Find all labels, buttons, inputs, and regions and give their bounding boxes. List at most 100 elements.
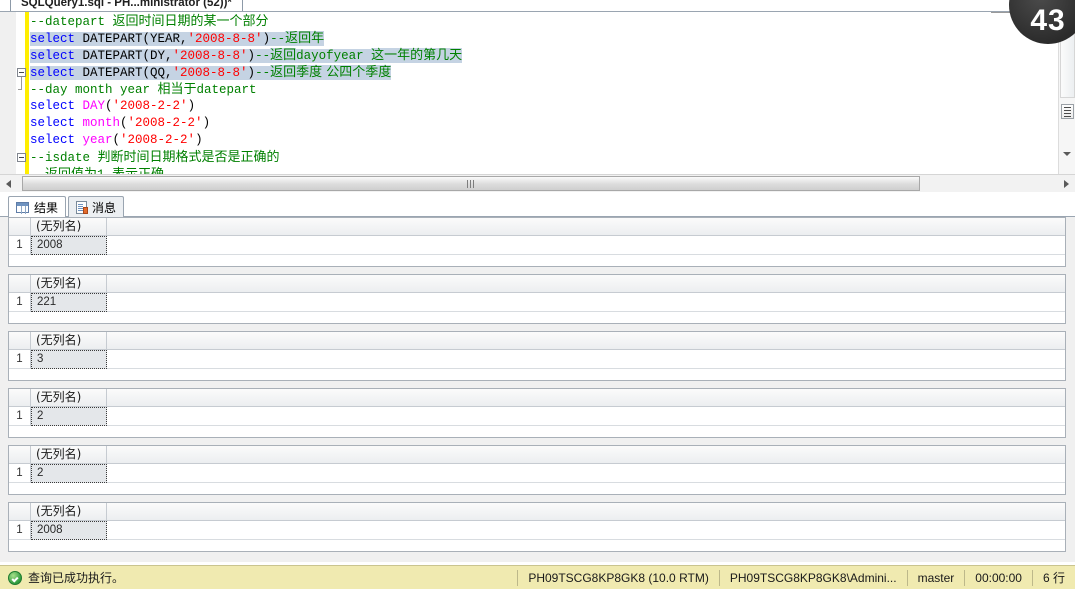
watermark-rule <box>991 12 1047 13</box>
grid-column-header[interactable]: (无列名) <box>31 218 107 236</box>
code-token: '2008-2-2' <box>112 99 188 113</box>
grid-cell-value[interactable]: 3 <box>31 350 107 369</box>
code-token: -- <box>255 66 271 80</box>
code-token: DATEPART(YEAR, <box>82 32 188 46</box>
grid-cell-value[interactable]: 2008 <box>31 521 107 540</box>
grid-header-filler <box>107 218 1065 236</box>
sql-code-editor[interactable]: --datepart 返回时间日期的某一个部分 select DATEPART(Y… <box>0 11 1075 174</box>
grid-cell-value[interactable]: 2 <box>31 464 107 483</box>
fold-collapse-icon[interactable] <box>17 153 26 162</box>
grid-select-all-corner[interactable] <box>9 275 31 293</box>
grid-select-all-corner[interactable] <box>9 332 31 350</box>
grid-select-all-corner[interactable] <box>9 446 31 464</box>
code-text-area[interactable]: --datepart 返回时间日期的某一个部分 select DATEPART(Y… <box>30 13 1057 174</box>
code-line[interactable]: --datepart 返回时间日期的某一个部分 <box>30 13 1057 30</box>
grid-data-row[interactable]: 1 2008 <box>9 236 1065 255</box>
code-token: select <box>30 116 83 130</box>
grid-header-row: (无列名) <box>9 275 1065 293</box>
grid-data-row[interactable]: 1 221 <box>9 293 1065 312</box>
code-token: ) <box>202 116 211 130</box>
code-token: -- <box>255 49 271 63</box>
code-token: 返回时间日期的某一个部分 <box>112 14 269 29</box>
grid-header-row: (无列名) <box>9 332 1065 350</box>
grid-row-number[interactable]: 1 <box>9 407 31 426</box>
editor-vertical-scrollbar[interactable] <box>1058 12 1075 174</box>
result-grid[interactable]: (无列名) 1 2008 <box>8 217 1066 267</box>
grid-data-row[interactable]: 12 <box>9 464 1065 483</box>
vertical-scrollbar-thumb[interactable] <box>1060 12 1075 98</box>
code-token: ) <box>262 32 271 46</box>
grid-row-number[interactable]: 1 <box>9 350 31 369</box>
grid-row-filler <box>107 407 1065 426</box>
code-line[interactable]: select year('2008-2-2') <box>30 132 1057 149</box>
code-token: dayofyear <box>296 49 372 63</box>
grid-header-filler <box>107 446 1065 464</box>
tab-messages[interactable]: 消息 <box>68 196 125 217</box>
result-grid[interactable]: (无列名) 1 221 <box>8 274 1066 324</box>
result-grid[interactable]: (无列名) 1 2 <box>8 445 1066 495</box>
scroll-down-arrow-icon[interactable] <box>1063 152 1071 156</box>
editor-horizontal-scrollbar[interactable] <box>0 174 1075 192</box>
result-grid[interactable]: (无列名) 1 2 <box>8 388 1066 438</box>
scroll-left-arrow-icon[interactable] <box>6 180 11 188</box>
grid-column-header[interactable]: (无列名) <box>31 389 107 407</box>
tab-results[interactable]: 结果 <box>8 196 67 218</box>
grid-row-number[interactable]: 1 <box>9 464 31 483</box>
code-token: 返回值为 <box>45 167 97 174</box>
code-token: ( <box>112 133 121 147</box>
grid-cell-value[interactable]: 2008 <box>31 236 107 255</box>
code-token: datepart <box>196 83 257 97</box>
code-line[interactable]: select DATEPART(YEAR,'2008-8-8')--返回年 <box>30 30 1057 47</box>
results-grids-container[interactable]: (无列名) 1 2008 (无列名) 1 221 (无列名) 1 3 (无列名) 1 2 (无列名) 1 2… <box>0 217 1075 562</box>
code-token: '2008-2-2' <box>127 116 203 130</box>
grid-row-filler <box>107 464 1065 483</box>
grid-column-header[interactable]: (无列名) <box>31 446 107 464</box>
grid-row-number[interactable]: 1 <box>9 293 31 312</box>
code-line[interactable]: --day month year 相当于datepart <box>30 81 1057 98</box>
scroll-right-arrow-icon[interactable] <box>1064 180 1069 188</box>
code-token: 返回季度 公四个季度 <box>270 65 392 80</box>
code-token: ) <box>247 66 256 80</box>
code-line[interactable]: --返回值为1 表示正确 <box>30 166 1057 174</box>
code-token: ) <box>187 99 196 113</box>
grid-data-row[interactable]: 13 <box>9 350 1065 369</box>
code-line[interactable]: select DATEPART(QQ,'2008-8-8')--返回季度 公四个… <box>30 64 1057 81</box>
code-line[interactable]: select DAY('2008-2-2') <box>30 98 1057 115</box>
code-token: 相当于 <box>157 82 197 97</box>
grid-select-all-corner[interactable] <box>9 503 31 521</box>
code-token: select <box>30 66 83 80</box>
grid-header-filler <box>107 332 1065 350</box>
grid-column-header[interactable]: (无列名) <box>31 503 107 521</box>
grid-column-header[interactable]: (无列名) <box>31 332 107 350</box>
grid-header-filler <box>107 275 1065 293</box>
grid-row-number[interactable]: 1 <box>9 521 31 540</box>
grid-data-row[interactable]: 1 2008 <box>9 521 1065 540</box>
code-line[interactable]: select month('2008-2-2') <box>30 115 1057 132</box>
code-token: 返回 <box>270 48 297 63</box>
horizontal-scrollbar-thumb[interactable] <box>22 176 920 191</box>
code-token: select <box>30 49 83 63</box>
fold-collapse-icon[interactable] <box>17 68 26 77</box>
result-grid[interactable]: (无列名) 1 2008 <box>8 502 1066 552</box>
grid-row-number[interactable]: 1 <box>9 236 31 255</box>
scrollbar-grip-icon <box>467 180 475 188</box>
grid-header-row: (无列名) <box>9 389 1065 407</box>
code-token: -- <box>270 32 286 46</box>
editor-fold-margin[interactable] <box>16 12 25 174</box>
grid-select-all-corner[interactable] <box>9 218 31 236</box>
status-message: 查询已成功执行。 <box>28 571 125 585</box>
scrollbar-document-map-button[interactable] <box>1061 104 1074 119</box>
fold-region-line <box>21 77 22 89</box>
code-token: month <box>82 116 121 130</box>
code-line[interactable]: select DATEPART(DY,'2008-8-8')--返回dayofy… <box>30 47 1057 64</box>
grid-cell-value[interactable]: 2 <box>31 407 107 426</box>
grid-select-all-corner[interactable] <box>9 389 31 407</box>
grid-column-header[interactable]: (无列名) <box>31 275 107 293</box>
grid-row-filler <box>107 293 1065 312</box>
code-line[interactable]: --isdate 判断时间日期格式是否是正确的 <box>30 149 1057 166</box>
result-grid[interactable]: (无列名) 1 3 <box>8 331 1066 381</box>
grid-cell-value[interactable]: 221 <box>31 293 107 312</box>
code-token: --isdate <box>30 151 98 165</box>
grid-data-row[interactable]: 12 <box>9 407 1065 426</box>
tab-results-label: 结果 <box>34 201 59 215</box>
